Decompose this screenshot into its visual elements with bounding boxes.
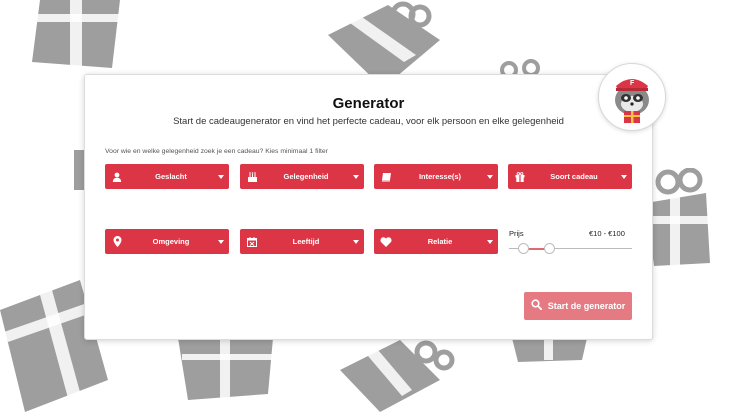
filter-age-button[interactable]: Leeftijd [240, 229, 364, 254]
filter-label: Gelegenheid [283, 172, 329, 181]
person-icon [105, 172, 129, 182]
calendar-icon [240, 236, 264, 247]
filter-label: Geslacht [155, 172, 187, 181]
svg-text:F: F [630, 80, 635, 87]
generator-card: Generator Start de cadeaugenerator en vi… [84, 74, 653, 340]
background-gift-icon [32, 0, 120, 68]
filter-interests-button[interactable]: Interesse(s) [374, 164, 498, 189]
search-icon [531, 297, 542, 315]
raccoon-mascot-icon: F [598, 63, 666, 131]
filter-relation-button[interactable]: Relatie [374, 229, 498, 254]
price-label: Prijs [509, 229, 524, 238]
heart-icon [374, 236, 398, 247]
book-icon [374, 172, 398, 182]
background-gift-icon [178, 338, 273, 400]
caret-down-icon [482, 174, 498, 179]
filter-hint: Voor wie en welke gelegenheid zoek je ee… [105, 148, 328, 155]
caret-down-icon [213, 239, 229, 244]
start-generator-button[interactable]: Start de generator [524, 292, 632, 320]
filter-gender-button[interactable]: Geslacht [105, 164, 229, 189]
caret-down-icon [213, 174, 229, 179]
location-pin-icon [105, 236, 129, 247]
filter-environment-button[interactable]: Omgeving [105, 229, 229, 254]
start-generator-label: Start de generator [547, 301, 626, 311]
page-title: Generator [332, 95, 405, 112]
price-slider-min-handle[interactable] [518, 243, 530, 254]
cake-icon [240, 171, 264, 182]
price-slider-max-handle[interactable] [544, 243, 556, 254]
price-range-value: €10 - €100 [589, 229, 625, 238]
filter-gift-type-button[interactable]: Soort cadeau [508, 164, 632, 189]
filter-occasion-button[interactable]: Gelegenheid [240, 164, 364, 189]
background-gift-icon [340, 340, 455, 412]
caret-down-icon [348, 174, 364, 179]
filter-label: Leeftijd [292, 237, 320, 246]
filter-label: Relatie [427, 237, 453, 246]
caret-down-icon [482, 239, 498, 244]
page-subtitle: Start de cadeaugenerator en vind het per… [173, 116, 564, 127]
filter-label: Soort cadeau [550, 172, 598, 181]
filter-label: Interesse(s) [418, 172, 462, 181]
caret-down-icon [348, 239, 364, 244]
caret-down-icon [616, 174, 632, 179]
filter-label: Omgeving [152, 237, 190, 246]
background-gift-icon [512, 338, 587, 362]
gift-icon [508, 171, 532, 182]
